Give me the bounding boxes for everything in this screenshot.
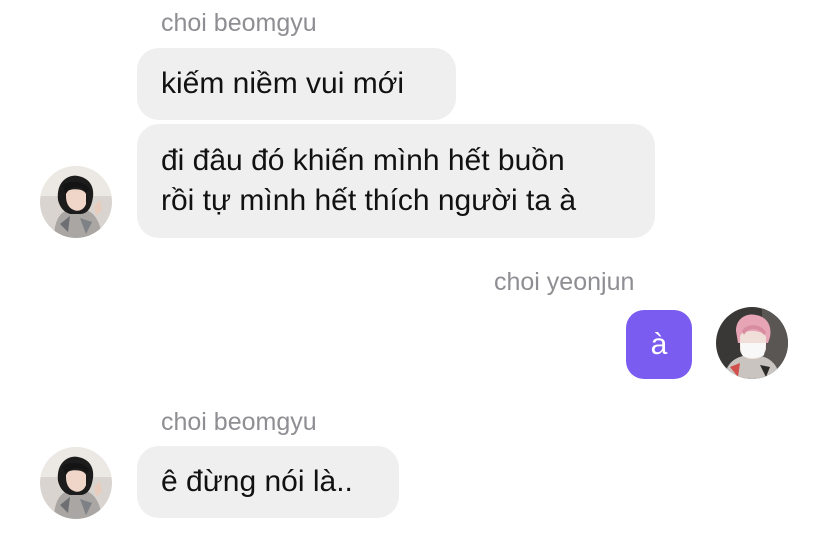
avatar[interactable] — [40, 447, 112, 519]
avatar-photo-icon — [40, 166, 112, 238]
message-bubble-incoming[interactable]: kiếm niềm vui mới — [137, 48, 456, 120]
avatar-photo-icon — [40, 447, 112, 519]
message-text: à — [650, 327, 668, 361]
message-bubble-incoming[interactable]: đi đâu đó khiến mình hết buồn rồi tự mìn… — [137, 124, 655, 238]
avatar-photo-icon — [716, 307, 788, 379]
sender-name: choi beomgyu — [161, 408, 317, 436]
avatar[interactable] — [40, 166, 112, 238]
sender-name: choi yeonjun — [494, 268, 635, 296]
message-bubble-outgoing[interactable]: à — [626, 310, 692, 379]
message-text-line: rồi tự mình hết thích người ta à — [161, 184, 577, 217]
sender-name: choi beomgyu — [161, 9, 317, 37]
avatar[interactable] — [716, 307, 788, 379]
message-text-line: đi đâu đó khiến mình hết buồn — [161, 144, 565, 177]
message-text: kiếm niềm vui mới — [161, 67, 405, 100]
message-bubble-incoming[interactable]: ê đừng nói là.. — [137, 446, 399, 518]
message-text: ê đừng nói là.. — [161, 465, 353, 498]
